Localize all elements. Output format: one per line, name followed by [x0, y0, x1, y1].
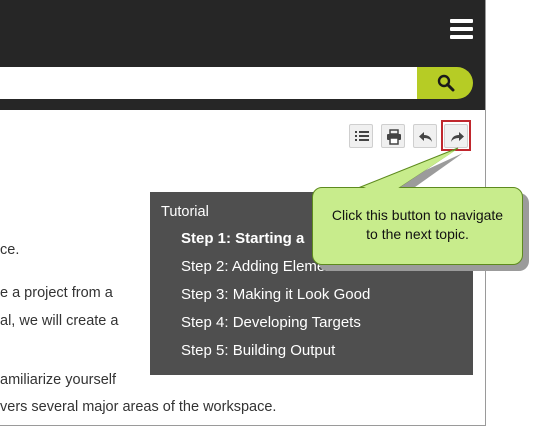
callout-line-1: Click this button to navigate — [331, 207, 504, 223]
callout-text: Click this button to navigate to the nex… — [312, 206, 523, 244]
callout-line-2: to the next topic. — [366, 226, 469, 242]
